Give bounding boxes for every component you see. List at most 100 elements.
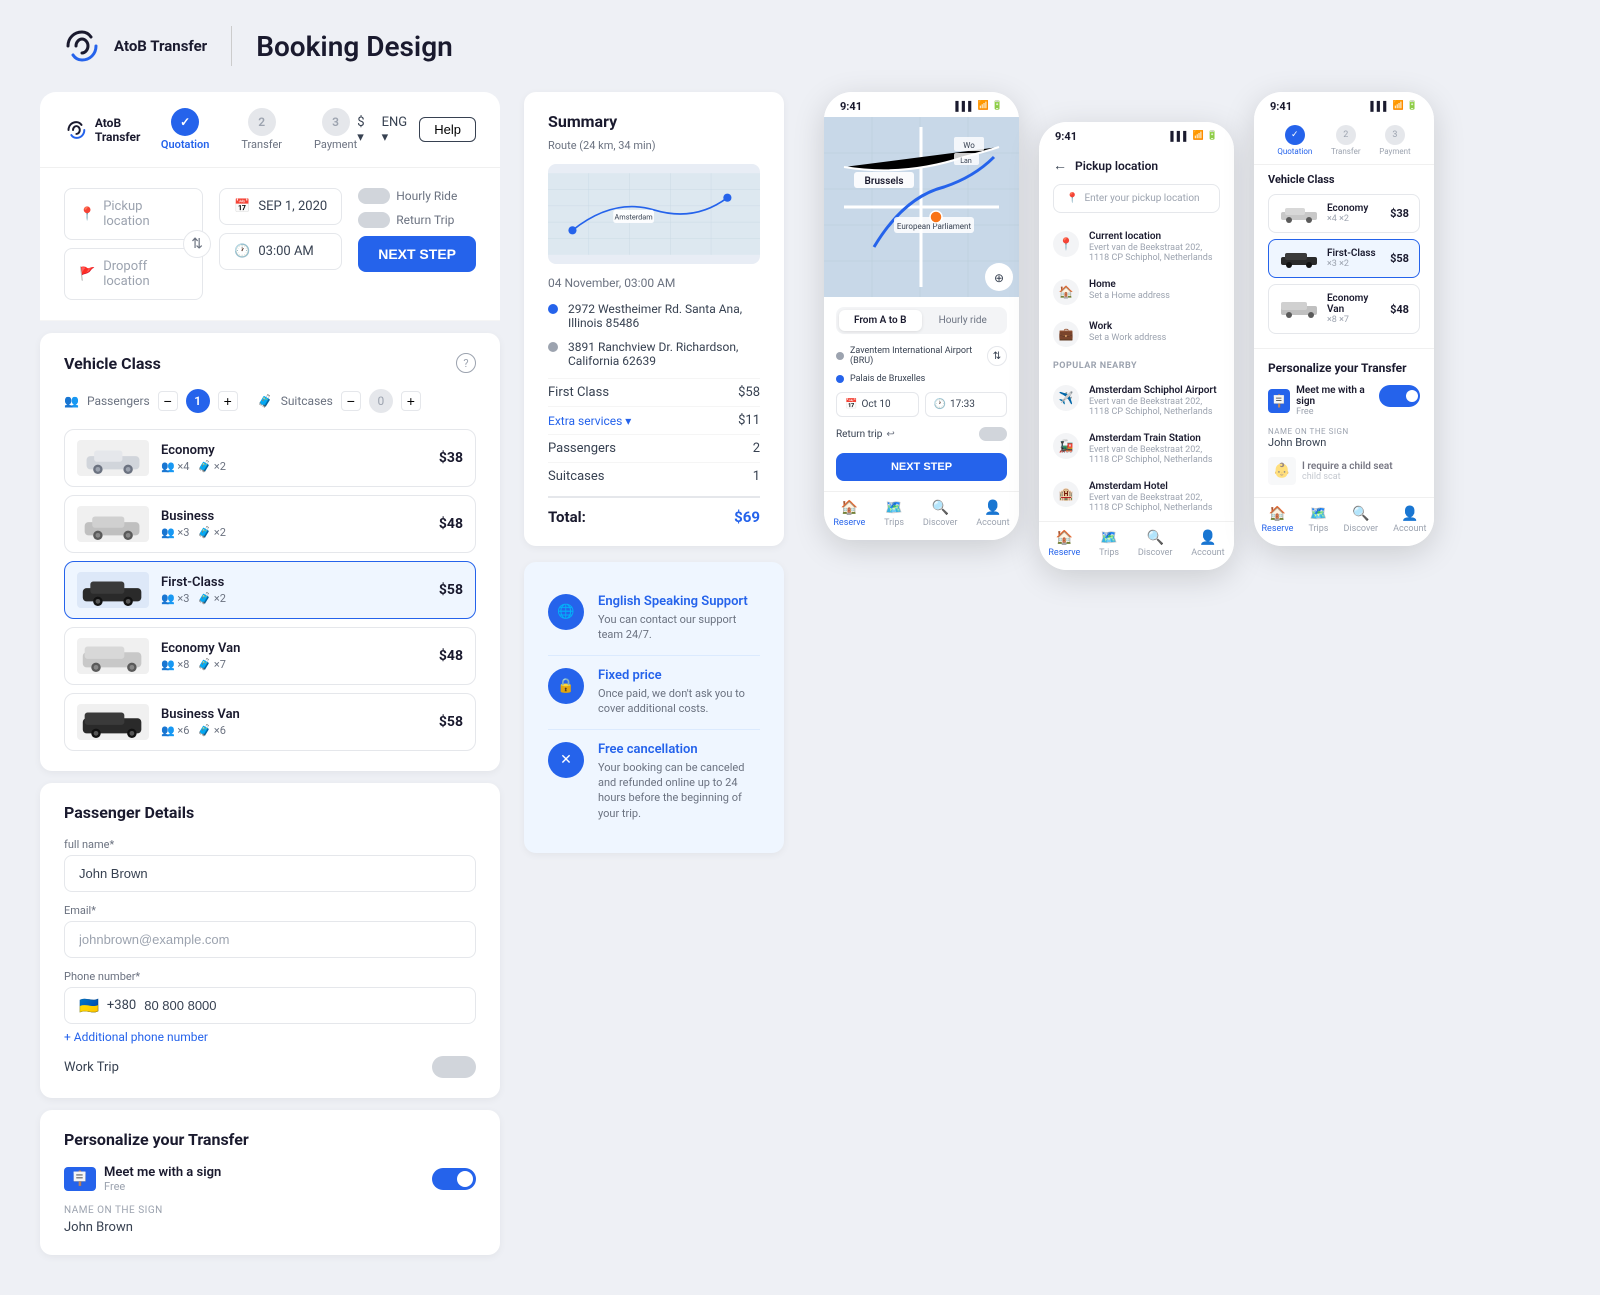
nav-right: $ ▾ ENG ▾ Help: [357, 115, 476, 145]
hourly-toggle-switch[interactable]: [358, 188, 390, 204]
small-step-transfer[interactable]: 2 Transfer: [1331, 125, 1361, 156]
vehicle-first-class[interactable]: First-Class 👥 ×3 🧳 ×2 $58: [64, 561, 476, 619]
phone-swap-btn[interactable]: ⇅: [987, 346, 1007, 366]
work-trip-toggle[interactable]: [432, 1056, 476, 1078]
next-step-button[interactable]: NEXT STEP: [358, 236, 476, 272]
step-quotation[interactable]: ✓ Quotation: [161, 108, 209, 151]
small-step-circle-2: 2: [1336, 125, 1356, 145]
language-selector[interactable]: ENG ▾: [382, 115, 408, 145]
small-tab-trips[interactable]: 🗺️ Trips: [1308, 506, 1328, 534]
work-addr: Set a Work address: [1089, 333, 1166, 343]
extra-services-label[interactable]: Extra services ▾: [548, 413, 631, 428]
summary-col: Summary Route (24 km, 34 min): [524, 92, 784, 853]
email-input[interactable]: [64, 921, 476, 958]
swap-button[interactable]: ⇅: [183, 230, 211, 258]
full-name-input[interactable]: [64, 855, 476, 892]
small-tab-account[interactable]: 👤 Account: [1393, 506, 1426, 534]
vehicle-economy[interactable]: Economy 👥 ×4 🧳 ×2 $38: [64, 429, 476, 487]
small-economy[interactable]: Economy ×4 ×2 $38: [1268, 194, 1420, 233]
help-button[interactable]: Help: [419, 117, 476, 142]
business-van-info: Business Van 👥 ×6 🧳 ×6: [161, 707, 427, 737]
tab-hourly[interactable]: Hourly ride: [922, 310, 1005, 331]
pickup-back-btn[interactable]: ←: [1053, 157, 1067, 174]
work-text: Work Set a Work address: [1089, 321, 1166, 343]
airport-item-name: Amsterdam Schiphol Airport: [1089, 385, 1220, 396]
small-economy-van[interactable]: Economy Van ×8 ×7 $48: [1268, 284, 1420, 334]
map-svg: Brussels European Parliament Wo Lan: [824, 117, 1019, 297]
passengers-increase-btn[interactable]: +: [218, 391, 238, 411]
small-trips-icon: 🗺️: [1310, 506, 1327, 522]
business-info: Business 👥 ×3 🧳 ×2: [161, 509, 427, 539]
business-van-bags: 🧳 ×6: [197, 724, 225, 737]
signal-icon: ▌▌▌: [955, 101, 974, 112]
small-meet-toggle[interactable]: [1379, 385, 1420, 407]
vehicle-business-van[interactable]: Business Van 👥 ×6 🧳 ×6 $58: [64, 693, 476, 751]
return-toggle-switch[interactable]: [358, 212, 390, 228]
small-economy-van-price: $48: [1390, 303, 1409, 316]
location-row: 📍 Pickup location 🚩 Dropoff location ⇅ 📅…: [64, 188, 476, 300]
return-trip-toggle[interactable]: [979, 427, 1007, 441]
map-tab-trips[interactable]: 🗺️ Trips: [884, 500, 904, 528]
small-first-class[interactable]: First-Class ×3 ×2 $58: [1268, 239, 1420, 278]
pickup-search-input[interactable]: 📍 Enter your pickup location: [1053, 184, 1220, 213]
booking-panel: AtoB Transfer ✓ Quotation 2 Transfer 3 P…: [40, 92, 500, 1255]
pickup-tab-discover[interactable]: 🔍 Discover: [1138, 530, 1173, 558]
pickup-header: ← Pickup location: [1039, 147, 1234, 184]
pickup-hotel[interactable]: 🏨 Amsterdam Hotel Evert van de Beekstraa…: [1039, 473, 1234, 521]
map-phone-time: 9:41: [840, 100, 862, 113]
discover-label: Discover: [923, 518, 958, 528]
pickup-work[interactable]: 💼 Work Set a Work address: [1039, 313, 1234, 355]
small-account-label: Account: [1393, 524, 1426, 534]
vehicle-business[interactable]: Business 👥 ×3 🧳 ×2 $48: [64, 495, 476, 553]
summary-extra-services: Extra services ▾ $11: [548, 406, 760, 434]
options-col: Hourly Ride Return Trip NEXT STEP: [358, 188, 476, 272]
step-label-1: Quotation: [161, 138, 209, 151]
pickup-home[interactable]: 🏠 Home Set a Home address: [1039, 271, 1234, 313]
small-step-quotation[interactable]: ✓ Quotation: [1277, 125, 1312, 156]
hourly-ride-toggle[interactable]: Hourly Ride: [358, 188, 476, 204]
vehicle-economy-van[interactable]: Economy Van 👥 ×8 🧳 ×7 $48: [64, 627, 476, 685]
step-payment[interactable]: 3 Payment: [314, 108, 357, 151]
small-economy-info: Economy ×4 ×2: [1327, 203, 1382, 224]
airport-item-addr: Evert van de Beekstraat 202, 1118 CP Sch…: [1089, 397, 1220, 417]
date-input[interactable]: 📅 SEP 1, 2020: [219, 188, 342, 225]
suitcases-increase-btn[interactable]: +: [401, 391, 421, 411]
small-tab-reserve[interactable]: 🏠 Reserve: [1262, 506, 1294, 534]
suitcase-icon: 🧳: [258, 394, 273, 408]
meet-sign-toggle[interactable]: [432, 1168, 476, 1190]
add-phone-button[interactable]: + Additional phone number: [64, 1030, 476, 1044]
pickup-current-location[interactable]: 📍 Current location Evert van de Beekstra…: [1039, 223, 1234, 271]
pickup-airport[interactable]: ✈️ Amsterdam Schiphol Airport Evert van …: [1039, 377, 1234, 425]
currency-selector[interactable]: $ ▾: [357, 115, 369, 145]
map-tab-account[interactable]: 👤 Account: [976, 500, 1009, 528]
pickup-tab-account[interactable]: 👤 Account: [1191, 530, 1224, 558]
pickup-tab-trips[interactable]: 🗺️ Trips: [1099, 530, 1119, 558]
dropoff-input[interactable]: 🚩 Dropoff location: [64, 248, 203, 300]
step-transfer[interactable]: 2 Transfer: [241, 108, 282, 151]
pickup-tab-reserve[interactable]: 🏠 Reserve: [1048, 530, 1080, 558]
map-tab-discover[interactable]: 🔍 Discover: [923, 500, 958, 528]
train-item-name: Amsterdam Train Station: [1089, 433, 1220, 444]
passengers-decrease-btn[interactable]: −: [158, 391, 178, 411]
phone-time-box[interactable]: 🕐 17:33: [925, 392, 1008, 417]
vehicle-class-info-icon[interactable]: ?: [456, 353, 476, 373]
small-meet-sub: Free: [1296, 407, 1379, 417]
phone-number-input[interactable]: [144, 998, 461, 1013]
map-tab-reserve[interactable]: 🏠 Reserve: [833, 500, 865, 528]
pickup-input[interactable]: 📍 Pickup location: [64, 188, 203, 240]
email-label: Email*: [64, 904, 476, 917]
pickup-reserve-label: Reserve: [1048, 548, 1080, 558]
pickup-train[interactable]: 🚂 Amsterdam Train Station Evert van de B…: [1039, 425, 1234, 473]
time-input[interactable]: 🕐 03:00 AM: [219, 233, 342, 270]
right-panel: Summary Route (24 km, 34 min): [524, 92, 1560, 1255]
work-trip-label: Work Trip: [64, 1060, 119, 1075]
economy-van-price: $48: [439, 648, 463, 664]
small-tab-discover[interactable]: 🔍 Discover: [1343, 506, 1378, 534]
tab-from-a-to-b[interactable]: From A to B: [839, 310, 922, 331]
suitcases-decrease-btn[interactable]: −: [341, 391, 361, 411]
phone-next-step-btn[interactable]: NEXT STEP: [836, 453, 1007, 481]
small-step-payment[interactable]: 3 Payment: [1379, 125, 1410, 156]
small-economy-price: $38: [1390, 207, 1409, 220]
return-trip-toggle[interactable]: Return Trip: [358, 212, 476, 228]
phone-date-box[interactable]: 📅 Oct 10: [836, 392, 919, 417]
